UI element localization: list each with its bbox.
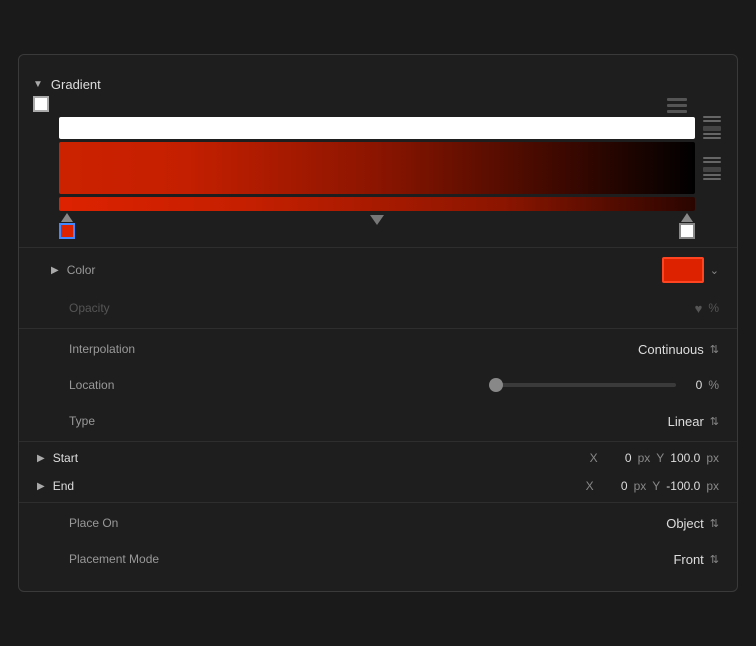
white-stop-handle-right[interactable] [679, 213, 695, 239]
interpolation-chevron-icon[interactable]: ⇅ [710, 343, 719, 356]
end-label: End [53, 479, 113, 493]
interpolation-row: Interpolation Continuous ⇅ [19, 331, 737, 367]
location-unit: % [708, 378, 719, 392]
white-gradient-bar [59, 117, 695, 139]
placement-mode-chevron-icon[interactable]: ⇅ [710, 553, 719, 566]
gradient-panel: ▼ Gradient [18, 54, 738, 592]
placement-mode-text: Front [673, 552, 703, 567]
place-on-label: Place On [69, 516, 199, 530]
type-row: Type Linear ⇅ [19, 403, 737, 439]
opacity-value-group: ♥ % [199, 301, 719, 316]
red-stop-handle[interactable] [59, 213, 75, 239]
type-value-group: Linear ⇅ [199, 414, 719, 429]
location-value: 0 [682, 378, 702, 392]
opacity-row: Opacity ♥ % [19, 290, 737, 326]
stack-buttons-right-1[interactable] [701, 116, 723, 139]
opacity-percent: % [708, 301, 719, 315]
panel-title: Gradient [51, 77, 101, 92]
heart-icon: ♥ [695, 301, 703, 316]
start-x-unit: px [638, 451, 651, 465]
stack-icon-top [667, 98, 687, 113]
start-expand-icon[interactable]: ▶ [37, 453, 45, 464]
end-x-axis: X [586, 479, 594, 493]
start-coords: X 0 px Y 100.0 px [113, 451, 719, 465]
interpolation-text: Continuous [638, 342, 704, 357]
end-y-unit: px [706, 479, 719, 493]
type-chevron-icon[interactable]: ⇅ [710, 415, 719, 428]
gradient-header: ▼ Gradient [19, 69, 737, 100]
color-chevron-icon[interactable]: ⌄ [710, 264, 719, 277]
start-row: ▶ Start X 0 px Y 100.0 px [19, 444, 737, 472]
red-strip-bar [59, 197, 695, 211]
place-on-chevron-icon[interactable]: ⇅ [710, 517, 719, 530]
start-y-unit: px [706, 451, 719, 465]
opacity-label: Opacity [69, 301, 199, 315]
start-x-value: 0 [604, 451, 632, 465]
placement-mode-label: Placement Mode [69, 552, 199, 566]
color-label: Color [67, 263, 197, 277]
place-on-text: Object [666, 516, 704, 531]
start-x-axis: X [590, 451, 598, 465]
color-swatch[interactable] [662, 257, 704, 283]
location-label: Location [69, 378, 199, 392]
end-expand-icon[interactable]: ▶ [37, 481, 45, 492]
place-on-row: Place On Object ⇅ [19, 505, 737, 541]
start-y-axis: Y [656, 451, 664, 465]
color-value-group: ⌄ [197, 257, 719, 283]
collapse-triangle-icon[interactable]: ▼ [33, 79, 43, 90]
end-x-value: 0 [600, 479, 628, 493]
stack-buttons-right-2[interactable] [701, 157, 723, 180]
start-y-value: 100.0 [670, 451, 700, 465]
location-slider-group: 0 % [199, 378, 719, 392]
interpolation-label: Interpolation [69, 342, 199, 356]
location-row: Location 0 % [19, 367, 737, 403]
white-stop-handle[interactable] [33, 96, 49, 112]
type-label: Type [69, 414, 199, 428]
end-y-axis: Y [652, 479, 660, 493]
red-black-gradient-bar [59, 142, 695, 194]
type-text: Linear [668, 414, 704, 429]
placement-mode-row: Placement Mode Front ⇅ [19, 541, 737, 577]
end-coords: X 0 px Y -100.0 px [113, 479, 719, 493]
placement-mode-value-group: Front ⇅ [199, 552, 719, 567]
end-row: ▶ End X 0 px Y -100.0 px [19, 472, 737, 500]
end-x-unit: px [634, 479, 647, 493]
color-expand-triangle[interactable]: ▶ [51, 265, 59, 276]
color-row: ▶ Color ⌄ [19, 250, 737, 290]
location-slider-track[interactable] [496, 383, 676, 387]
interpolation-value: Continuous ⇅ [199, 342, 719, 357]
center-stop-handle[interactable] [370, 215, 384, 225]
location-slider-thumb[interactable] [489, 378, 503, 392]
start-label: Start [53, 451, 113, 465]
place-on-value-group: Object ⇅ [199, 516, 719, 531]
end-y-value: -100.0 [666, 479, 700, 493]
